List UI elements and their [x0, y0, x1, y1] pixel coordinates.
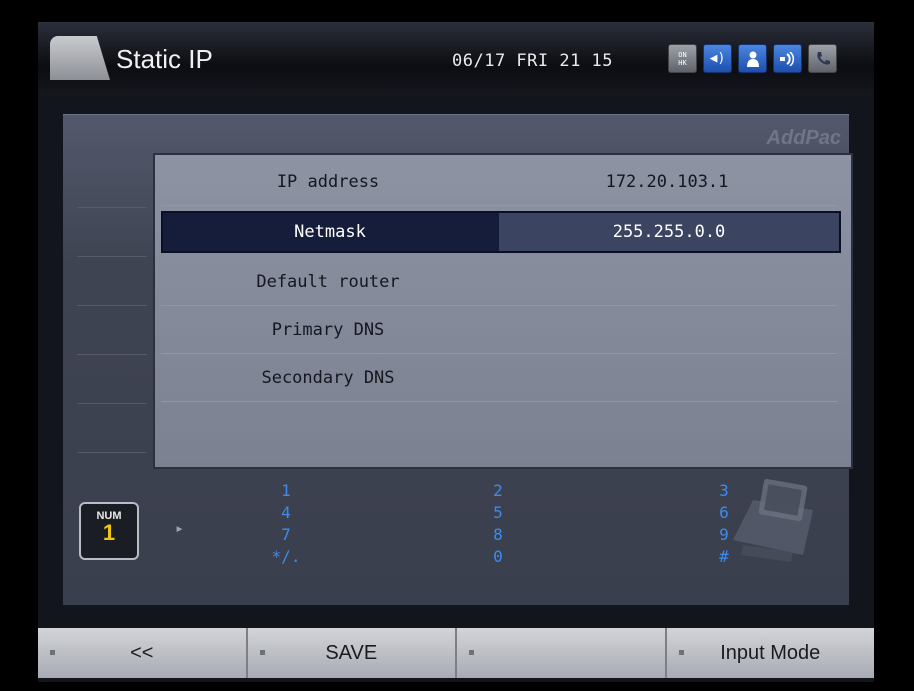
screen: Static IP 06/17 FRI 21 15 ON HK ◀) AddPac…: [38, 22, 874, 682]
badge-number: 1: [102, 520, 116, 545]
side-separators: [77, 207, 147, 501]
keypad-column-1: 1 4 7 */.: [271, 480, 301, 568]
row-value: [497, 307, 837, 353]
back-softkey[interactable]: <<: [38, 628, 248, 678]
phone-icon: [808, 44, 837, 73]
key-0: 0: [493, 547, 503, 566]
key-star: */.: [271, 547, 301, 566]
softkey-label: SAVE: [325, 642, 378, 664]
row-label: [161, 403, 495, 449]
row-default-router[interactable]: Default router: [161, 259, 837, 306]
settings-panel: AddPac IP address 172.20.103.1 Netmask 2…: [63, 114, 853, 605]
key-5: 5: [493, 503, 503, 522]
key-7: 7: [281, 525, 291, 544]
row-label: Secondary DNS: [261, 368, 395, 388]
softkey-label: Input Mode: [720, 642, 821, 664]
row-primary-dns[interactable]: Primary DNS: [161, 307, 837, 354]
key-4: 4: [281, 503, 291, 522]
row-value: 255.255.0.0: [499, 213, 839, 251]
key-2: 2: [493, 481, 503, 500]
row-value: [497, 259, 837, 305]
settings-table: IP address 172.20.103.1 Netmask 255.255.…: [153, 153, 853, 469]
brand-logo: AddPac: [766, 127, 841, 149]
user-icon: [738, 44, 767, 73]
row-netmask-selected[interactable]: Netmask 255.255.0.0: [161, 211, 841, 253]
key-8: 8: [493, 525, 503, 544]
row-ip-address[interactable]: IP address 172.20.103.1: [161, 159, 837, 206]
softkey-bar: << SAVE Input Mode: [38, 628, 874, 678]
softkey-label: <<: [130, 642, 154, 664]
empty-softkey[interactable]: [457, 628, 667, 678]
speaker-icon: ◀): [703, 44, 732, 73]
chevron-right-icon: ▸: [175, 519, 185, 537]
header-bar: Static IP 06/17 FRI 21 15 ON HK ◀): [38, 22, 874, 96]
row-value: [497, 355, 837, 401]
row-label: Netmask: [294, 222, 366, 242]
header-tab-curve: [88, 36, 110, 80]
row-label: Primary DNS: [271, 320, 385, 340]
video-phone-device-icon: [733, 478, 813, 562]
softkey-label: [457, 628, 665, 678]
row-secondary-dns[interactable]: Secondary DNS: [161, 355, 837, 402]
keypad-column-2: 2 5 8 0: [483, 480, 513, 568]
row-empty: [161, 403, 837, 449]
row-value: 172.20.103.1: [605, 172, 729, 192]
row-label: Default router: [256, 272, 400, 292]
input-mode-softkey[interactable]: Input Mode: [667, 628, 875, 678]
key-1: 1: [281, 481, 291, 500]
network-icon: [773, 44, 802, 73]
row-label: IP address: [276, 172, 380, 192]
on-hook-icon: ON HK: [668, 44, 697, 73]
datetime-display: 06/17 FRI 21 15: [452, 51, 614, 71]
status-icons: ON HK ◀): [668, 44, 837, 73]
page-title: Static IP: [116, 44, 213, 74]
row-value: [497, 403, 837, 449]
header-tab-decoration: [50, 36, 88, 80]
save-softkey[interactable]: SAVE: [248, 628, 457, 678]
input-mode-badge: NUM 1: [79, 502, 139, 560]
